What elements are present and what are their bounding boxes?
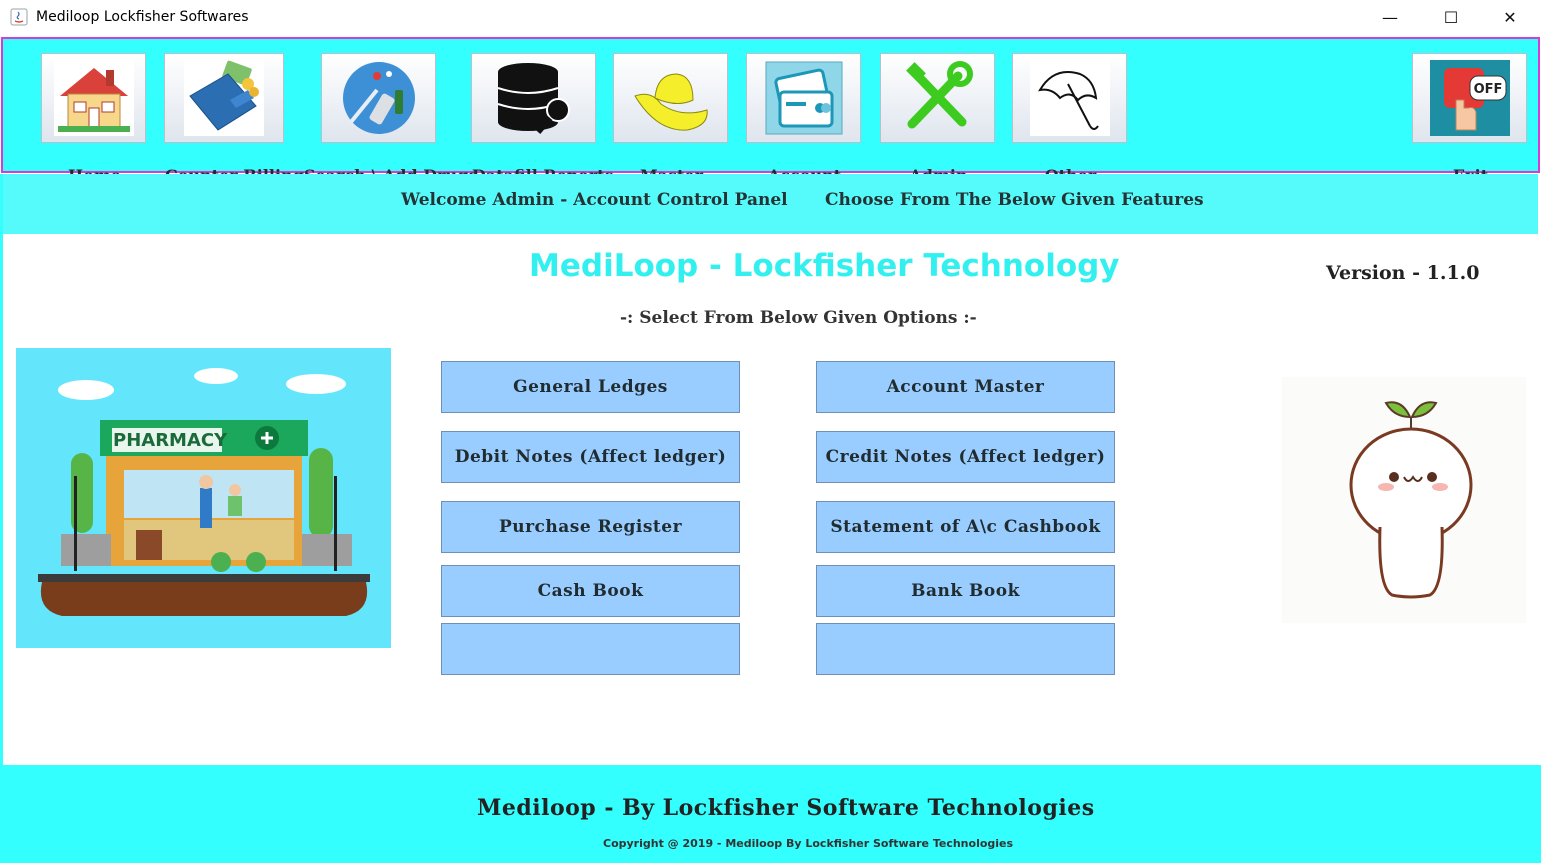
tools-icon bbox=[905, 61, 973, 129]
account-button[interactable]: Account bbox=[746, 53, 861, 185]
search-add-drugs-button[interactable]: Search \ Add Drugs bbox=[304, 53, 477, 185]
empty-option-button-left[interactable] bbox=[441, 623, 740, 675]
footer: Mediloop - By Lockfisher Software Techno… bbox=[3, 765, 1541, 863]
java-app-icon bbox=[10, 8, 28, 26]
welcome-bar: Welcome Admin - Account Control Panel Ch… bbox=[3, 174, 1538, 234]
bank-book-button[interactable]: Bank Book bbox=[816, 565, 1115, 617]
left-edge-stripe bbox=[0, 174, 3, 863]
window-titlebar: Mediloop Lockfisher Softwares — ☐ ✕ bbox=[0, 0, 1541, 37]
house-icon bbox=[53, 60, 134, 136]
admin-button[interactable]: Admin bbox=[880, 53, 995, 185]
mascot-illustration bbox=[1282, 377, 1526, 623]
database-key-icon bbox=[497, 63, 570, 134]
power-off-icon: OFF bbox=[1429, 60, 1510, 136]
datafill-reports-button[interactable]: Datafill Reports bbox=[471, 53, 614, 185]
other-button[interactable]: Other bbox=[1012, 53, 1127, 185]
master-button[interactable]: Master bbox=[613, 53, 728, 185]
umbrella-icon bbox=[1029, 60, 1110, 136]
minimize-button[interactable]: — bbox=[1375, 6, 1405, 30]
medicine-icon bbox=[342, 62, 415, 134]
statement-cashbook-button[interactable]: Statement of A\c Cashbook bbox=[816, 501, 1115, 553]
credit-notes-button[interactable]: Credit Notes (Affect ledger) bbox=[816, 431, 1115, 483]
exit-button[interactable]: OFF Exit bbox=[1412, 53, 1527, 185]
window-title: Mediloop Lockfisher Softwares bbox=[36, 9, 249, 25]
cash-book-button[interactable]: Cash Book bbox=[441, 565, 740, 617]
choose-features-text: Choose From The Below Given Features bbox=[825, 190, 1204, 210]
account-master-button[interactable]: Account Master bbox=[816, 361, 1115, 413]
pharmacy-illustration: PHARMACY bbox=[16, 348, 391, 648]
footer-title: Mediloop - By Lockfisher Software Techno… bbox=[477, 795, 1095, 821]
main-toolbar: Home Counter Billing Search \ Add Drugs bbox=[1, 37, 1540, 185]
svg-text:OFF: OFF bbox=[1473, 82, 1502, 97]
welcome-text: Welcome Admin - Account Control Panel bbox=[401, 190, 788, 210]
debit-notes-button[interactable]: Debit Notes (Affect ledger) bbox=[441, 431, 740, 483]
version-label: Version - 1.1.0 bbox=[1326, 262, 1480, 284]
home-button[interactable]: Home bbox=[41, 53, 146, 185]
general-ledges-button[interactable]: General Ledges bbox=[441, 361, 740, 413]
hat-icon bbox=[633, 73, 708, 131]
counter-billing-button[interactable]: Counter Billing bbox=[164, 53, 304, 185]
purchase-register-button[interactable]: Purchase Register bbox=[441, 501, 740, 553]
brand-title: MediLoop - Lockfisher Technology bbox=[529, 248, 1120, 284]
maximize-button[interactable]: ☐ bbox=[1436, 6, 1466, 30]
footer-copyright: Copyright @ 2019 - Mediloop By Lockfishe… bbox=[603, 837, 1014, 850]
empty-option-button-right[interactable] bbox=[816, 623, 1115, 675]
close-button[interactable]: ✕ bbox=[1495, 6, 1525, 30]
pharmacy-sign: PHARMACY bbox=[113, 430, 228, 451]
wallet-icon bbox=[184, 60, 264, 136]
credit-card-icon bbox=[765, 61, 842, 135]
select-options-note: -: Select From Below Given Options :- bbox=[620, 308, 977, 328]
